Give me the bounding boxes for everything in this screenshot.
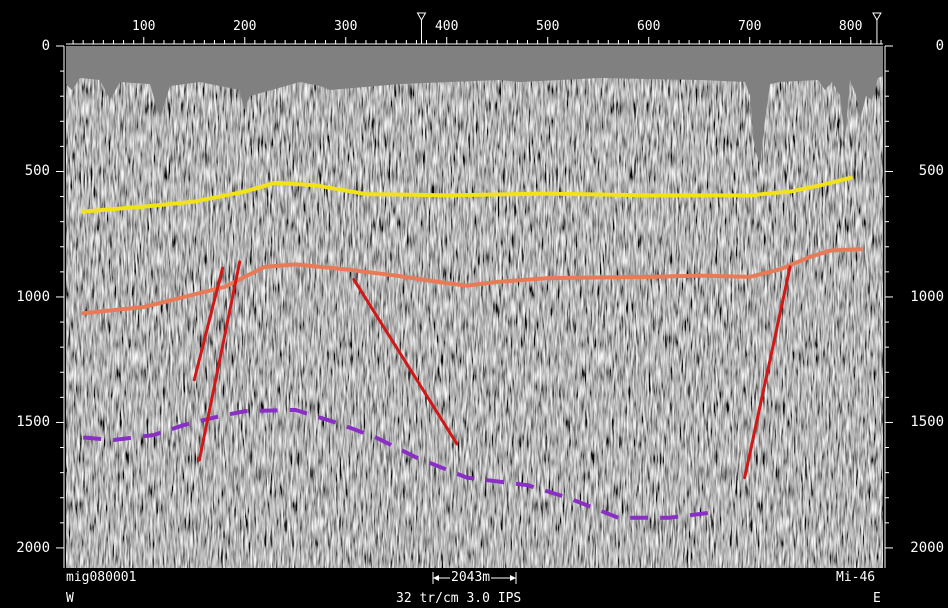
top-axis-label: 600 — [636, 19, 661, 34]
top-axis-label: 300 — [333, 19, 358, 34]
left-axis-label: 1500 — [16, 414, 50, 431]
top-axis-label: 700 — [737, 19, 762, 34]
seismic-section-figure — [56, 12, 893, 584]
left-axis-label: 500 — [24, 163, 50, 180]
top-axis-label: 100 — [132, 19, 156, 34]
left-axis-label: 0 — [41, 38, 50, 54]
top-axis-label: 200 — [233, 19, 257, 34]
top-axis-label: 400 — [434, 19, 459, 34]
right-axis-label: 2000 — [910, 539, 944, 556]
survey-id-label: Mi-46 — [836, 570, 876, 585]
top-axis-label: 800 — [838, 19, 863, 34]
left-axis-label: 1000 — [16, 288, 50, 305]
right-axis-label: 1500 — [910, 414, 944, 431]
line-name-label: mig080001 — [66, 570, 137, 585]
shotpoint-marker-icon — [872, 12, 882, 44]
right-axis-label: 500 — [918, 163, 944, 180]
shotpoint-marker-icon — [416, 12, 427, 44]
right-axis-label: 0 — [935, 38, 944, 54]
right-axis-label: 1000 — [910, 288, 944, 305]
west-label: W — [66, 591, 74, 606]
left-axis-label: 2000 — [16, 539, 50, 556]
east-label: E — [873, 591, 881, 606]
top-axis-label: 500 — [535, 19, 560, 34]
scale-bar-label: 2043m — [450, 570, 492, 585]
section-params-label: 32 tr/cm 3.0 IPS — [396, 591, 522, 606]
